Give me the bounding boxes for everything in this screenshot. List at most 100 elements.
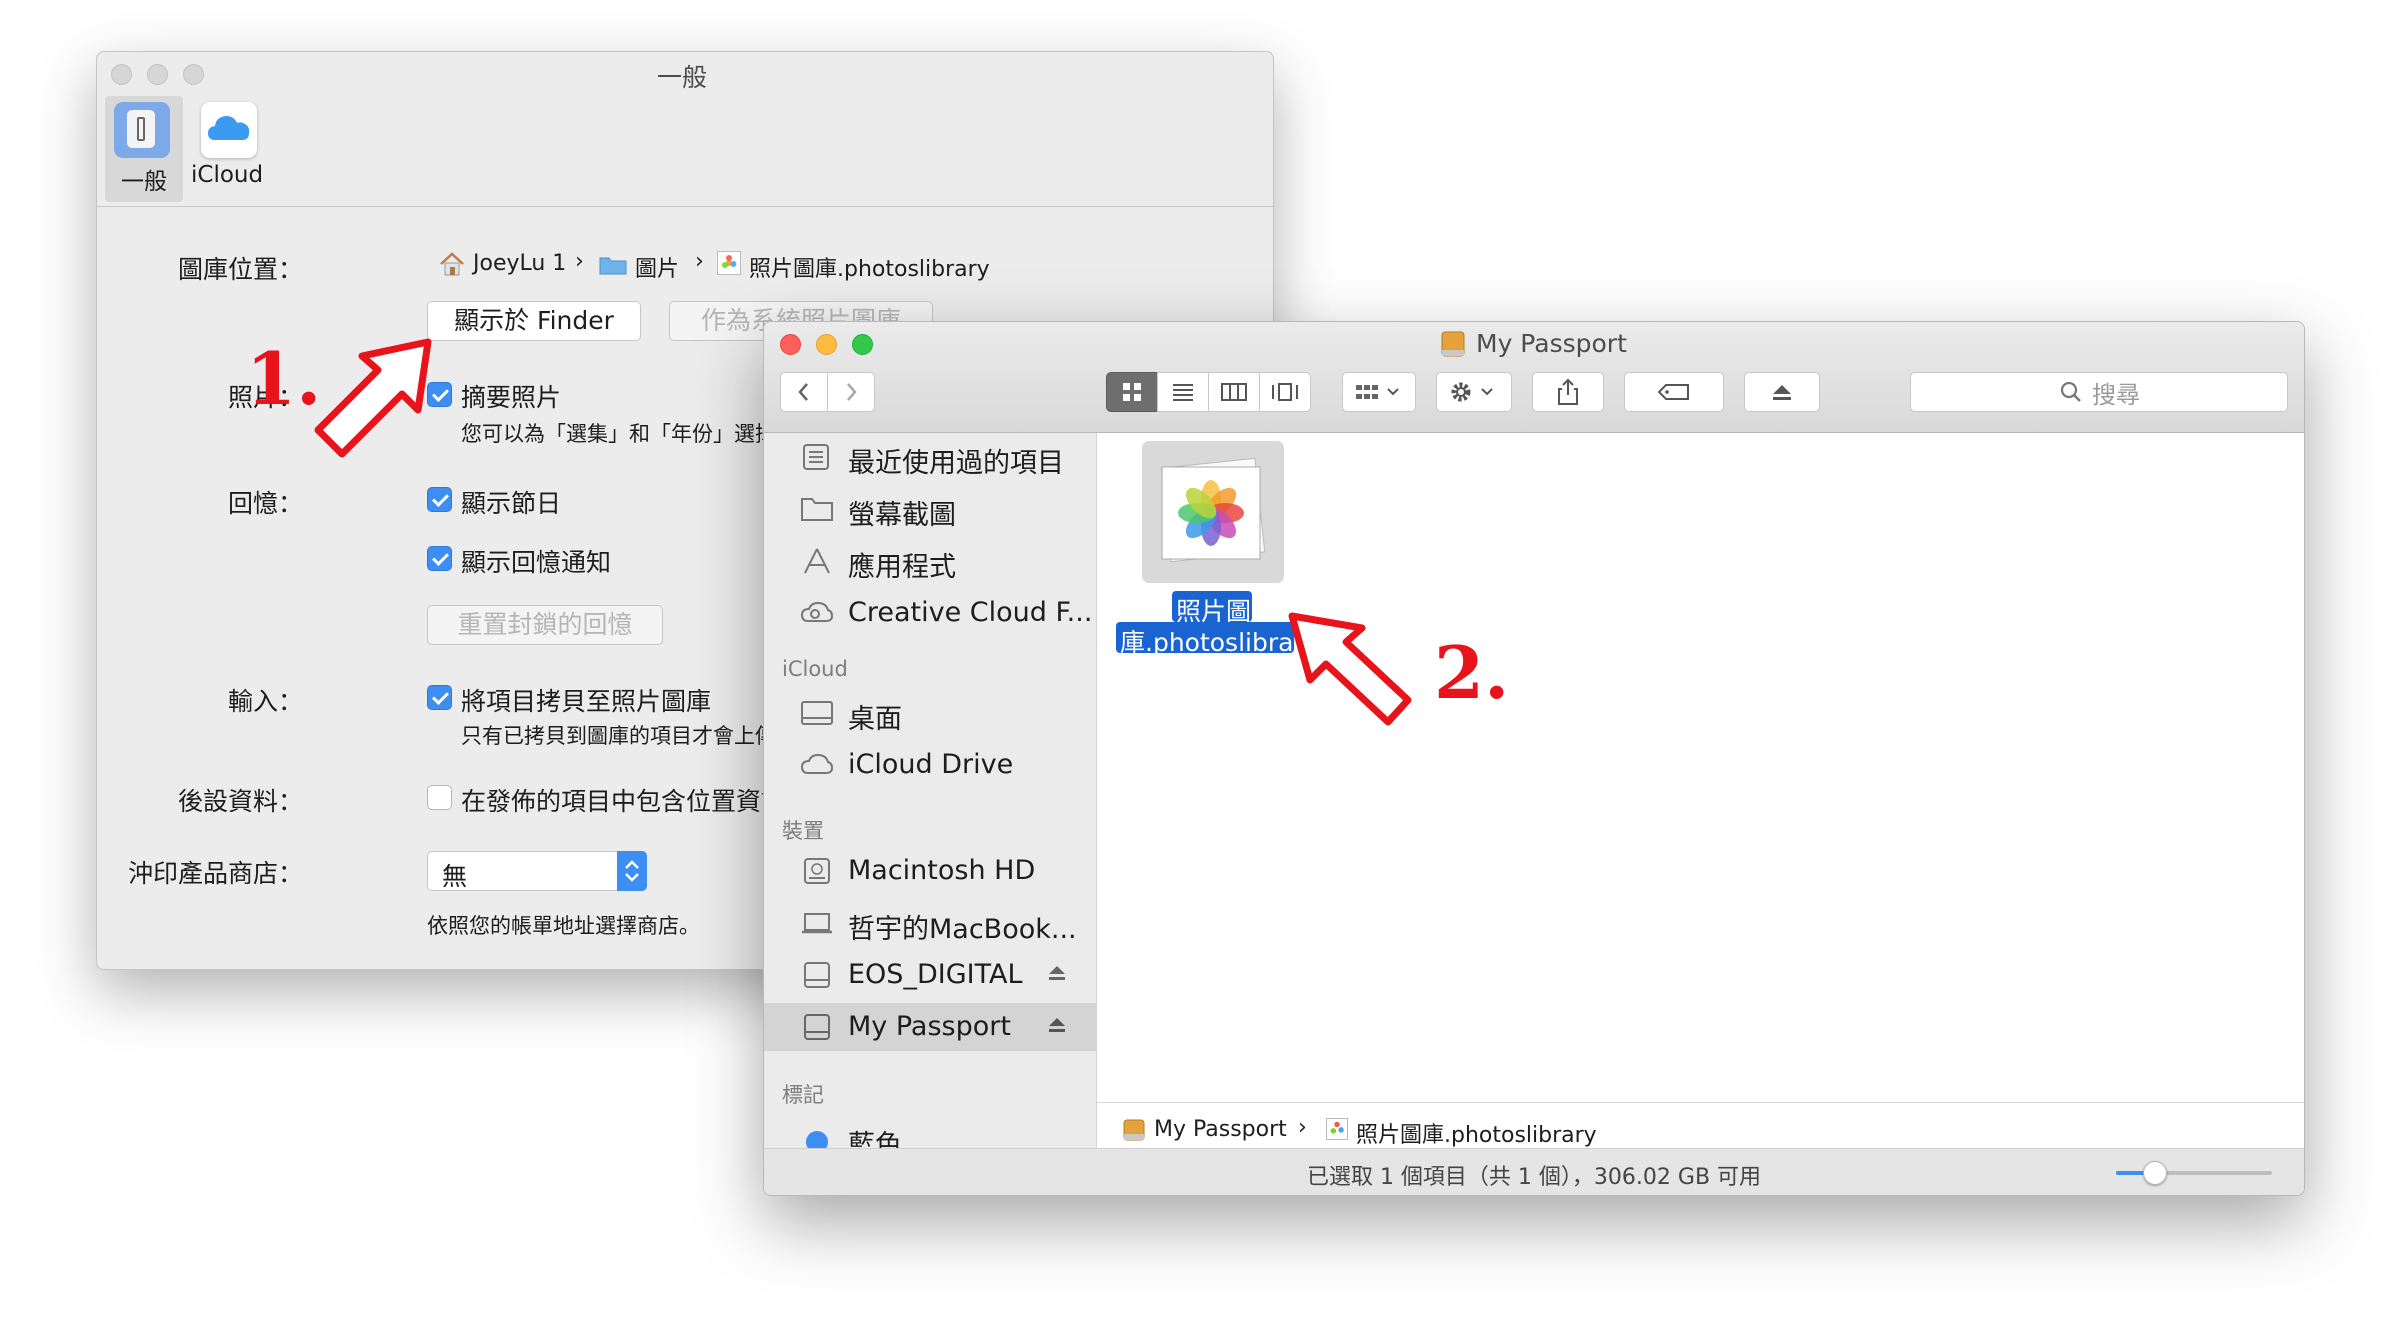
sidebar-item-label: 最近使用過的項目 <box>848 448 1064 479</box>
step-1-arrow-icon <box>314 338 432 458</box>
finder-window: My Passport 搜尋 最近使用過的項目 螢幕截圖 應用程式 Creati… <box>763 321 2305 1196</box>
recents-icon <box>803 444 829 470</box>
sidebar-item-label: 哲宇的MacBook... <box>848 914 1077 945</box>
drive-icon <box>1440 330 1466 358</box>
sidebar-item-screenshots[interactable]: 螢幕截圖 <box>764 485 1096 533</box>
include-location-label: 在發佈的項目中包含位置資訊 <box>461 787 787 816</box>
general-tab-icon <box>114 102 170 158</box>
include-location-checkbox[interactable] <box>427 785 452 810</box>
gallery-view-button[interactable] <box>1259 372 1311 412</box>
memory-notifications-label: 顯示回憶通知 <box>461 548 612 577</box>
gear-icon <box>1451 382 1493 402</box>
pathbar-drive[interactable]: My Passport <box>1154 1117 1287 1142</box>
sidebar-item-my-passport[interactable]: My Passport <box>764 1003 1096 1051</box>
path-pictures[interactable]: 圖片 <box>635 251 679 283</box>
forward-button[interactable] <box>827 372 875 412</box>
external-drive-icon <box>804 962 830 988</box>
external-drive-icon <box>804 1014 830 1040</box>
back-button[interactable] <box>780 372 828 412</box>
sidebar-item-macintosh-hd[interactable]: Macintosh HD <box>764 847 1096 895</box>
sidebar-item-recents[interactable]: 最近使用過的項目 <box>764 433 1096 481</box>
select-arrows-icon <box>617 851 647 891</box>
sidebar-item-icloud-drive[interactable]: iCloud Drive <box>764 741 1096 789</box>
minimize-button[interactable] <box>816 334 837 355</box>
eject-icon[interactable] <box>1046 1015 1068 1035</box>
sidebar-item-tag-blue[interactable]: 藍色 <box>764 1111 1096 1148</box>
step-2-arrow-icon <box>1288 612 1412 726</box>
hard-disk-icon <box>804 858 830 884</box>
zoom-button[interactable] <box>852 334 873 355</box>
sidebar-item-label: Macintosh HD <box>848 855 1036 886</box>
list-view-button[interactable] <box>1157 372 1209 412</box>
action-button[interactable] <box>1436 372 1512 412</box>
icon-view-button[interactable] <box>1106 372 1158 412</box>
photos-library-icon <box>717 251 741 275</box>
tab-icloud[interactable]: iCloud <box>191 96 271 202</box>
applications-icon <box>804 548 830 574</box>
sidebar-item-macbook[interactable]: 哲宇的MacBook... <box>764 899 1096 947</box>
sidebar-item-label: My Passport <box>848 1011 1011 1042</box>
sidebar-item-label: iCloud Drive <box>848 749 1014 780</box>
tags-button[interactable] <box>1624 372 1724 412</box>
zoom-button[interactable] <box>183 64 204 85</box>
finder-sidebar: 最近使用過的項目 螢幕截圖 應用程式 Creative Cloud F... i… <box>764 433 1097 1148</box>
path-separator: › <box>575 249 584 274</box>
path-library[interactable]: 照片圖庫.photoslibrary <box>749 251 990 283</box>
copy-items-checkbox[interactable] <box>427 685 452 710</box>
tag-icon <box>1657 384 1689 400</box>
file-name-line2: 庫.photoslibrary <box>1120 628 1294 653</box>
path-bar-divider <box>1097 1102 2304 1103</box>
eject-icon[interactable] <box>1046 963 1068 983</box>
tab-general[interactable]: 一般 <box>105 96 183 202</box>
show-holidays-label: 顯示節日 <box>461 489 562 518</box>
chevron-left-icon <box>798 383 808 401</box>
pathbar-library[interactable]: 照片圖庫.photoslibrary <box>1356 1117 1597 1149</box>
search-field[interactable]: 搜尋 <box>1910 372 2288 412</box>
toolbar-divider <box>97 206 1273 207</box>
path-user[interactable]: JoeyLu 1 <box>473 251 566 276</box>
close-button[interactable] <box>780 334 801 355</box>
tab-general-label: 一般 <box>121 169 167 195</box>
chevron-right-icon <box>847 383 857 401</box>
copy-items-description: 只有已拷貝到圖庫的項目才會上傳 <box>461 724 776 748</box>
sidebar-section-icloud: iCloud <box>782 657 848 681</box>
reset-blocked-memories-button[interactable]: 重置封鎖的回憶 <box>427 605 663 645</box>
status-bar: 已選取 1 個項目（共 1 個），306.02 GB 可用 <box>764 1148 2304 1195</box>
sidebar-item-label: 桌面 <box>848 704 902 735</box>
memory-notifications-checkbox[interactable] <box>427 546 452 571</box>
print-store-description: 依照您的帳單地址選擇商店。 <box>427 914 700 938</box>
column-view-button[interactable] <box>1208 372 1260 412</box>
eject-toolbar-button[interactable] <box>1744 372 1820 412</box>
window-title: My Passport <box>1476 329 1627 358</box>
print-store-label: 沖印產品商店： <box>127 859 303 888</box>
copy-items-label: 將項目拷貝至照片圖庫 <box>461 687 712 716</box>
blue-tag-dot <box>806 1131 828 1148</box>
sidebar-item-label: Creative Cloud F... <box>848 597 1093 628</box>
show-in-finder-button[interactable]: 顯示於 Finder <box>427 301 641 341</box>
sidebar-item-label: 應用程式 <box>848 552 956 583</box>
share-button[interactable] <box>1532 372 1604 412</box>
sidebar-item-eos-digital[interactable]: EOS_DIGITAL <box>764 951 1096 999</box>
file-name-highlight: 照片圖 <box>1172 591 1252 626</box>
sidebar-item-creative-cloud[interactable]: Creative Cloud F... <box>764 589 1096 637</box>
grid-icon <box>1123 383 1141 401</box>
library-location-label: 圖庫位置： <box>177 255 303 284</box>
minimize-button[interactable] <box>147 64 168 85</box>
columns-icon <box>1221 383 1247 401</box>
folder-icon <box>599 255 627 275</box>
file-item-photos-library[interactable] <box>1142 441 1284 583</box>
share-icon <box>1558 378 1578 405</box>
close-button[interactable] <box>111 64 132 85</box>
arrange-button[interactable] <box>1342 372 1416 412</box>
search-placeholder: 搜尋 <box>2092 380 2140 409</box>
desktop-icon <box>801 701 833 725</box>
sidebar-item-applications[interactable]: 應用程式 <box>764 537 1096 585</box>
home-icon <box>439 252 465 276</box>
list-icon <box>1173 384 1193 401</box>
icon-size-slider[interactable] <box>2116 1161 2272 1185</box>
show-holidays-checkbox[interactable] <box>427 487 452 512</box>
sidebar-item-desktop[interactable]: 桌面 <box>764 689 1096 737</box>
slider-knob[interactable] <box>2143 1161 2167 1185</box>
print-store-select[interactable]: 無 <box>427 851 647 891</box>
search-icon <box>2060 381 2081 402</box>
